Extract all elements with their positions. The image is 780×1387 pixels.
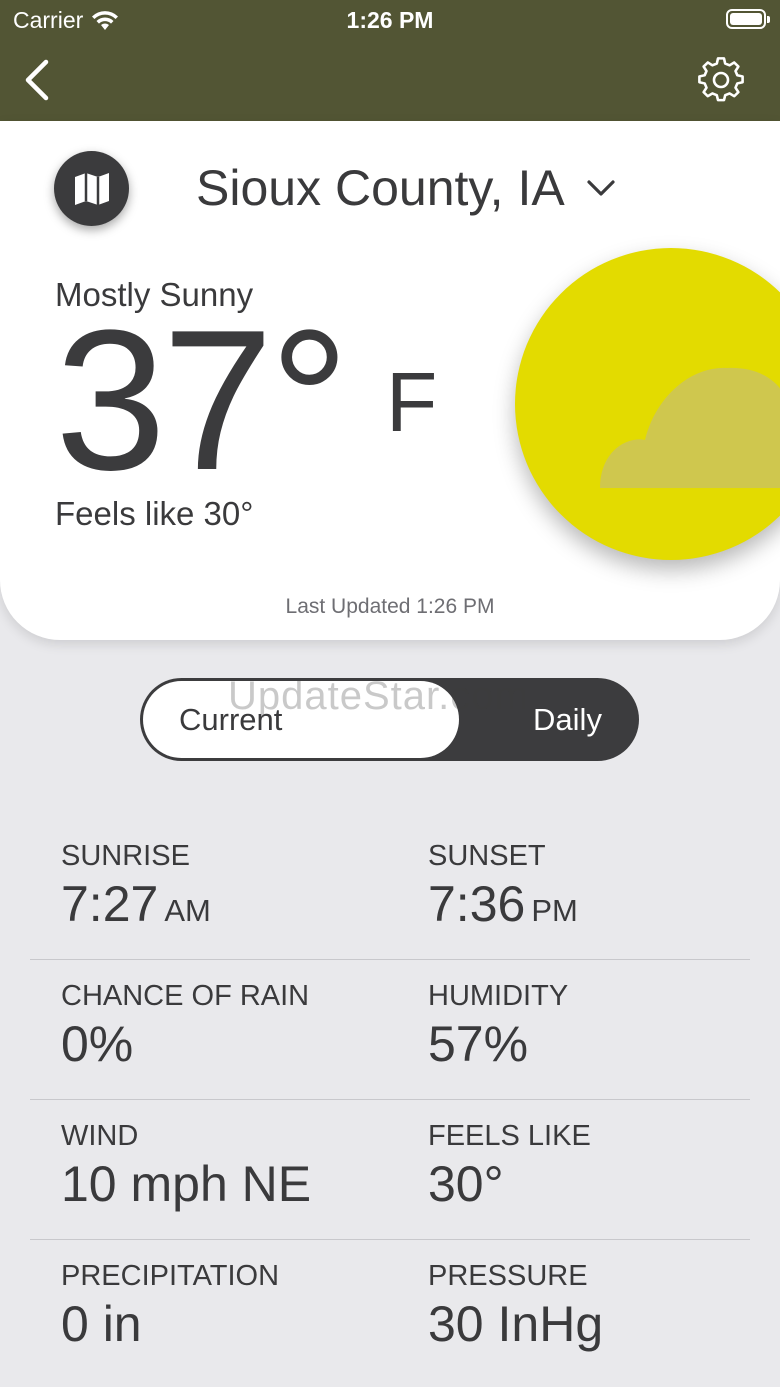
status-time: 1:26 PM	[346, 7, 434, 33]
sunrise-time: 7:27	[61, 876, 159, 932]
pressure-value: 30 InHg	[428, 1296, 604, 1352]
pressure-label: PRESSURE	[428, 1260, 588, 1292]
settings-button[interactable]	[698, 57, 744, 103]
feels-like-cell: FEELS LIKE 30°	[428, 1120, 591, 1213]
sunset-suffix: PM	[531, 893, 578, 928]
temperature-unit: F	[386, 355, 438, 449]
humidity-cell: HUMIDITY 57%	[428, 980, 568, 1073]
sunrise-value: 7:27 AM	[61, 875, 211, 933]
wind-value: 10 mph NE	[61, 1156, 312, 1212]
precipitation-label: PRECIPITATION	[61, 1260, 280, 1292]
map-button[interactable]	[54, 151, 129, 226]
map-icon	[74, 172, 109, 205]
sunset-cell: SUNSET 7:36 PM	[428, 840, 578, 933]
tab-hourly[interactable]: Hourly	[340, 678, 480, 761]
feels-like-label: FEELS LIKE	[428, 1120, 591, 1152]
details-row: WIND 10 mph NE FEELS LIKE 30°	[30, 1100, 750, 1240]
chevron-down-icon	[587, 180, 615, 196]
location-selector[interactable]: Sioux County, IA	[196, 159, 615, 217]
details-row: PRECIPITATION 0 in PRESSURE 30 InHg	[30, 1240, 750, 1380]
sun-cloud-icon	[515, 248, 780, 560]
sunrise-suffix: AM	[164, 893, 211, 928]
feels-like-text: Feels like 30°	[55, 495, 254, 532]
sunset-time: 7:36	[428, 876, 526, 932]
details-grid: SUNRISE 7:27 AM SUNSET 7:36 PM CHANCE OF R…	[30, 820, 750, 1380]
feels-like-value: 30°	[428, 1156, 504, 1212]
temperature-value: 37°	[55, 289, 349, 512]
battery-icon	[726, 9, 770, 29]
sunset-value: 7:36 PM	[428, 875, 578, 933]
navigation-bar: Carrier 1:26 PM	[0, 0, 780, 121]
location-name: Sioux County, IA	[196, 160, 565, 216]
forecast-tabs: Current Hourly Daily	[140, 678, 639, 761]
back-button[interactable]	[20, 56, 60, 104]
chevron-left-icon	[25, 59, 49, 101]
sunrise-cell: SUNRISE 7:27 AM	[61, 840, 211, 933]
rain-chance-label: CHANCE OF RAIN	[61, 980, 310, 1012]
gear-icon	[698, 57, 744, 102]
precipitation-value: 0 in	[61, 1296, 142, 1352]
precipitation-cell: PRECIPITATION 0 in	[61, 1260, 279, 1353]
sunset-label: SUNSET	[428, 840, 546, 872]
details-row: CHANCE OF RAIN 0% HUMIDITY 57%	[30, 960, 750, 1100]
pressure-cell: PRESSURE 30 InHg	[428, 1260, 603, 1353]
current-conditions-card: Sioux County, IA Mostly Sunny 37° F Feel…	[0, 121, 780, 640]
rain-chance-cell: CHANCE OF RAIN 0%	[61, 980, 309, 1073]
humidity-value: 57%	[428, 1016, 529, 1072]
rain-chance-value: 0%	[61, 1016, 134, 1072]
wind-label: WIND	[61, 1120, 139, 1152]
tab-daily[interactable]: Daily	[490, 678, 645, 761]
sunrise-label: SUNRISE	[61, 840, 190, 872]
wind-cell: WIND 10 mph NE	[61, 1120, 311, 1213]
humidity-label: HUMIDITY	[428, 980, 569, 1012]
last-updated: Last Updated 1:26 PM	[285, 595, 495, 618]
details-row: SUNRISE 7:27 AM SUNSET 7:36 PM	[30, 820, 750, 960]
